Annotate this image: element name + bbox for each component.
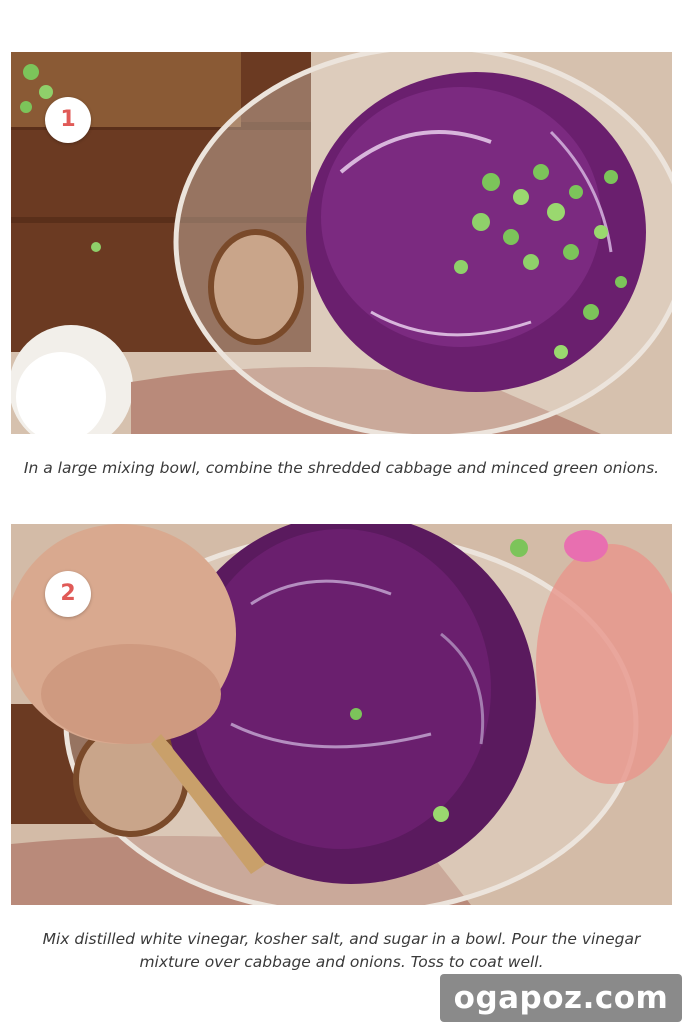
step-1-badge: 1: [45, 97, 91, 143]
step-1-illustration: [11, 52, 672, 434]
site-watermark: ogapoz.com: [440, 974, 682, 1022]
step-1-photo: [11, 52, 672, 434]
step-2-badge: 2: [45, 571, 91, 617]
step-1-caption: In a large mixing bowl, combine the shre…: [23, 459, 660, 477]
step-2-photo: [11, 524, 672, 905]
step-2-caption: Mix distilled white vinegar, kosher salt…: [42, 930, 641, 971]
step-2-illustration: [11, 524, 672, 905]
